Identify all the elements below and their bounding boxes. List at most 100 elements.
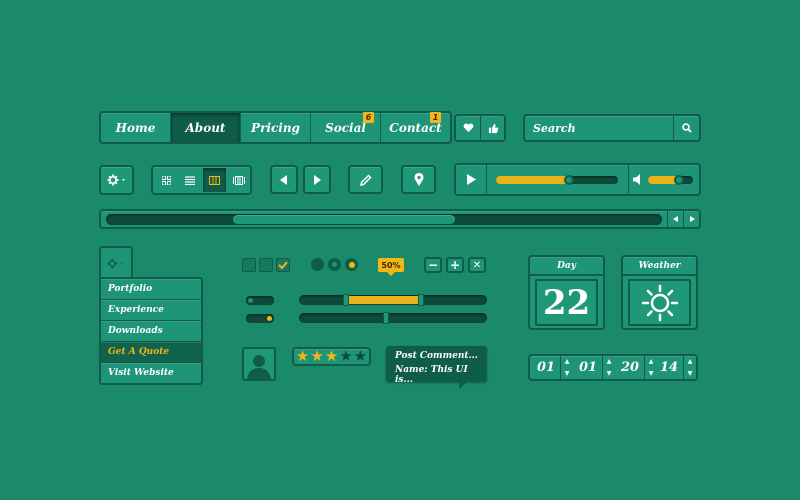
chevron-down-icon[interactable]: ▼ <box>688 370 693 377</box>
search-button[interactable] <box>673 116 699 140</box>
range-slider-handle-min[interactable] <box>343 294 349 306</box>
minus-button[interactable]: − <box>424 257 442 273</box>
checkbox-checked[interactable] <box>276 258 290 272</box>
timer-unit-2: 01 ▲ ▼ <box>572 354 616 380</box>
range-slider-handle-max[interactable] <box>418 294 424 306</box>
menu-item-experience[interactable]: Experience <box>101 300 201 321</box>
chevron-up-icon[interactable]: ▲ <box>607 358 612 365</box>
timer-value: 20 <box>620 359 640 375</box>
single-slider[interactable] <box>299 312 487 324</box>
radio-unselected[interactable] <box>311 258 324 271</box>
checkbox-unchecked[interactable] <box>242 258 256 272</box>
list-view-button[interactable] <box>179 169 201 191</box>
previous-button[interactable] <box>270 165 298 194</box>
contact-count-badge: 1 <box>430 112 441 123</box>
nav-item-social[interactable]: Social 6 <box>311 112 381 142</box>
divider <box>628 165 629 194</box>
gear-icon <box>107 258 124 268</box>
view-toggle-group <box>151 165 252 195</box>
avatar <box>242 347 276 381</box>
nav-item-pricing[interactable]: Pricing <box>241 113 311 142</box>
chevron-down-icon[interactable]: ▼ <box>607 370 612 377</box>
radio-unselected[interactable] <box>328 258 341 271</box>
nav-label: Pricing <box>251 120 300 135</box>
scrollbar-track[interactable] <box>106 214 662 225</box>
chevron-down-icon[interactable]: ▼ <box>565 370 570 377</box>
arrow-left-icon <box>673 216 678 222</box>
horizontal-scrollbar <box>99 209 701 229</box>
menu-item-portfolio[interactable]: Portfolio <box>101 279 201 300</box>
progress-tooltip: 50% <box>378 258 404 272</box>
star-filled-icon[interactable]: ★ <box>296 349 309 364</box>
timer-unit-1: 01 ▲ ▼ <box>530 354 574 380</box>
star-empty-icon[interactable]: ★ <box>339 349 352 364</box>
volume-track[interactable] <box>648 175 693 185</box>
range-slider[interactable] <box>299 294 487 306</box>
search-icon <box>681 123 692 133</box>
single-slider-handle[interactable] <box>383 312 389 324</box>
day-widget-title: Day <box>530 257 603 276</box>
timer-value: 01 <box>578 359 598 375</box>
weather-display <box>628 279 691 326</box>
strip-view-button[interactable] <box>228 169 250 191</box>
weather-widget: Weather <box>621 255 698 330</box>
tooltip-pointer <box>387 272 395 276</box>
scrollbar-thumb[interactable] <box>233 215 455 224</box>
next-button[interactable] <box>303 165 331 194</box>
toggle-on[interactable] <box>246 314 274 323</box>
menu-item-downloads[interactable]: Downloads <box>101 321 201 342</box>
timer-unit-4: 14 ▲ ▼ <box>653 354 697 380</box>
timer-value: 14 <box>659 359 679 375</box>
like-button[interactable] <box>456 116 481 140</box>
checkbox-unchecked[interactable] <box>259 258 273 272</box>
dropdown-menu: Portfolio Experience Downloads Get A Quo… <box>99 277 203 385</box>
dropdown-toggle[interactable] <box>99 246 133 278</box>
timer-unit-3: 20 ▲ ▼ <box>614 354 658 380</box>
grid-view-button[interactable] <box>155 169 177 191</box>
search-box <box>523 114 701 142</box>
star-empty-icon[interactable]: ★ <box>354 349 367 364</box>
settings-dropdown-button[interactable] <box>99 165 134 195</box>
comment-box: Post Comment... Name: This UI is... <box>386 346 487 385</box>
media-progress-knob[interactable] <box>564 175 574 185</box>
range-slider-fill <box>348 296 420 304</box>
arrow-right-icon <box>314 174 321 185</box>
menu-item-visit-website[interactable]: Visit Website <box>101 363 201 383</box>
nav-item-contact[interactable]: Contact 1 <box>381 112 450 142</box>
chevron-up-icon[interactable]: ▲ <box>688 358 693 365</box>
scroll-right-button[interactable] <box>683 211 700 227</box>
location-button[interactable] <box>401 165 436 194</box>
timer-stepper[interactable]: ▲ ▼ <box>683 355 696 379</box>
column-view-button[interactable] <box>203 168 226 192</box>
nav-item-home[interactable]: Home <box>101 113 171 142</box>
media-progress-track[interactable] <box>496 175 618 185</box>
scroll-left-button[interactable] <box>667 211 683 227</box>
star-rating: ★ ★ ★ ★ ★ <box>292 347 371 366</box>
star-filled-icon[interactable]: ★ <box>325 349 338 364</box>
menu-item-get-a-quote[interactable]: Get A Quote <box>101 342 201 363</box>
arrow-right-icon <box>689 216 695 222</box>
columns-icon <box>209 175 220 185</box>
star-filled-icon[interactable]: ★ <box>310 349 323 364</box>
map-pin-icon <box>414 173 423 186</box>
strip-icon <box>233 175 245 185</box>
toggle-off[interactable] <box>246 296 274 305</box>
plus-button[interactable]: + <box>446 257 464 273</box>
volume-knob[interactable] <box>674 175 684 185</box>
grid-icon <box>161 175 171 185</box>
list-icon <box>185 175 195 185</box>
day-value: 22 <box>535 279 598 326</box>
comment-line-1: Post Comment... <box>395 351 478 361</box>
thumbs-up-button[interactable] <box>481 116 505 140</box>
search-input[interactable] <box>527 118 671 138</box>
toggle-knob <box>248 298 253 303</box>
toggle-knob <box>267 316 272 321</box>
play-button[interactable] <box>456 165 487 194</box>
nav-item-about[interactable]: About <box>171 113 241 142</box>
radio-selected[interactable] <box>345 258 358 271</box>
chevron-up-icon[interactable]: ▲ <box>565 358 570 365</box>
close-button[interactable]: ✕ <box>468 257 486 273</box>
edit-button[interactable] <box>348 165 383 194</box>
media-progress-fill <box>496 176 569 184</box>
day-widget: Day 22 <box>528 255 605 330</box>
